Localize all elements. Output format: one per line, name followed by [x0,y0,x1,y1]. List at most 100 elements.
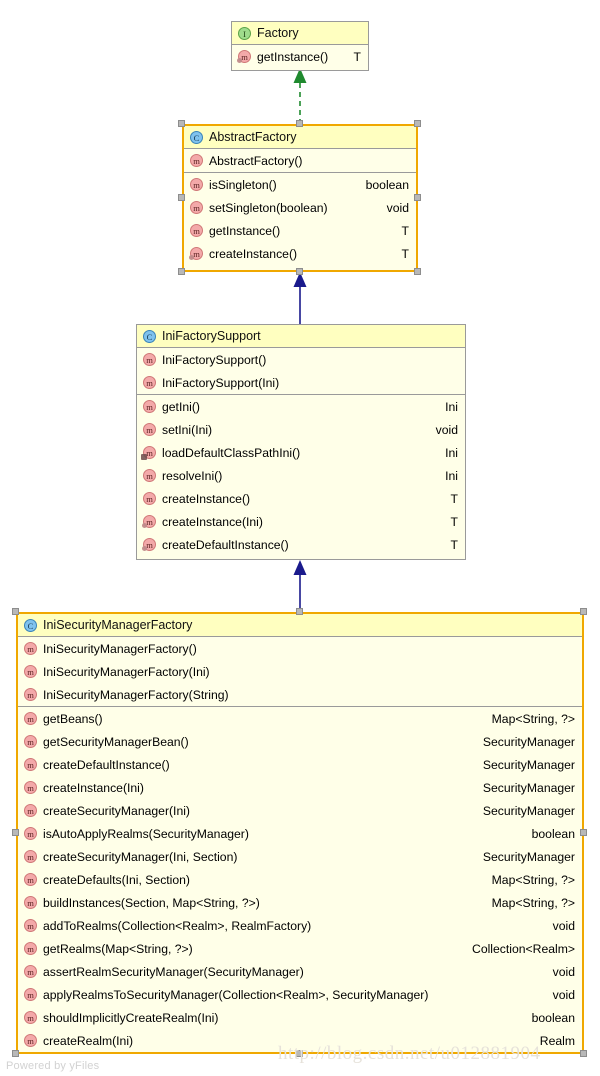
method-icon: m [24,873,37,886]
method-icon: m [24,850,37,863]
member-name: applyRealmsToSecurityManager(Collection<… [43,987,429,1002]
class-name-ini-factory-support: IniFactorySupport [162,329,261,343]
member-row[interactable]: m createSecurityManager(Ini) SecurityMan… [18,799,582,822]
class-methods-abstract-factory: m isSingleton() boolean m setSingleton(b… [184,172,416,265]
edge-inisecuritymanagerfactory-to-inifactorysupport [290,560,310,612]
member-type: SecurityManager [482,849,575,864]
class-box-ini-factory-support[interactable]: C IniFactorySupport m IniFactorySupport(… [136,324,466,560]
member-row[interactable]: m addToRealms(Collection<Realm>, RealmFa… [18,914,582,937]
selection-handle[interactable] [296,268,303,275]
member-type: void [552,987,575,1002]
yfiles-watermark: Powered by yFiles [6,1060,100,1072]
method-icon: m [189,247,203,260]
member-name: addToRealms(Collection<Realm>, RealmFact… [43,918,312,933]
member-row[interactable]: m createInstance(Ini) T [137,510,465,533]
member-row[interactable]: m isSingleton() boolean [184,173,416,196]
class-box-factory[interactable]: I Factory m getInstance() T [231,21,369,71]
selection-handle[interactable] [580,829,587,836]
selection-handle[interactable] [580,608,587,615]
class-box-abstract-factory[interactable]: C AbstractFactory m AbstractFactory() m … [182,124,418,272]
member-name: createDefaults(Ini, Section) [43,872,190,887]
member-row[interactable]: m loadDefaultClassPathIni() Ini [137,441,465,464]
method-icon: m [24,781,37,794]
selection-handle[interactable] [12,608,19,615]
member-row[interactable]: m createDefaultInstance() SecurityManage… [18,753,582,776]
selection-handle[interactable] [12,829,19,836]
method-icon: m [190,201,203,214]
member-name: assertRealmSecurityManager(SecurityManag… [43,964,304,979]
class-header-factory: I Factory [232,22,368,44]
member-row[interactable]: m createInstance() T [184,242,416,265]
selection-handle[interactable] [580,1050,587,1057]
member-row[interactable]: m IniFactorySupport(Ini) [137,371,465,394]
member-type: Collection<Realm> [472,941,575,956]
member-row[interactable]: m IniSecurityManagerFactory(String) [18,683,582,706]
member-row[interactable]: m AbstractFactory() [184,149,416,172]
member-type: SecurityManager [482,803,575,818]
selection-handle[interactable] [414,194,421,201]
selection-handle[interactable] [178,120,185,127]
member-row[interactable]: m createSecurityManager(Ini, Section) Se… [18,845,582,868]
member-row[interactable]: m applyRealmsToSecurityManager(Collectio… [18,983,582,1006]
member-row[interactable]: m setSingleton(boolean) void [184,196,416,219]
selection-handle[interactable] [414,120,421,127]
selection-handle[interactable] [414,268,421,275]
member-type: void [386,200,409,215]
member-row[interactable]: m createInstance(Ini) SecurityManager [18,776,582,799]
member-name: loadDefaultClassPathIni() [162,445,301,460]
method-icon: m [143,492,156,505]
member-row[interactable]: m resolveIni() Ini [137,464,465,487]
member-row[interactable]: m createInstance() T [137,487,465,510]
interface-icon: I [238,26,251,40]
member-row[interactable]: m getInstance() T [184,219,416,242]
member-type: void [552,964,575,979]
member-row[interactable]: m createDefaults(Ini, Section) Map<Strin… [18,868,582,891]
member-row[interactable]: m getInstance() T [232,45,368,68]
method-icon: m [24,965,37,978]
method-icon: m [24,758,37,771]
member-row[interactable]: m IniSecurityManagerFactory(Ini) [18,660,582,683]
member-type: void [552,918,575,933]
method-icon: m [190,154,203,167]
member-row[interactable]: m setIni(Ini) void [137,418,465,441]
member-name: createInstance(Ini) [43,780,144,795]
class-header-ini-factory-support: C IniFactorySupport [137,325,465,347]
selection-handle[interactable] [12,1050,19,1057]
method-icon: m [24,735,37,748]
member-row[interactable]: m isAutoApplyRealms(SecurityManager) boo… [18,822,582,845]
method-icon: m [24,665,37,678]
member-type: T [450,537,458,552]
member-name: createDefaultInstance() [162,537,289,552]
method-icon: m [190,224,203,237]
method-icon: m [143,469,156,482]
class-box-ini-security-manager-factory[interactable]: C IniSecurityManagerFactory m IniSecurit… [16,612,584,1054]
method-icon: m [24,1034,37,1047]
member-type: boolean [531,1010,575,1025]
member-type: Map<String, ?> [491,895,575,910]
edge-abstractfactory-to-factory [290,68,310,124]
member-type: void [435,422,458,437]
edge-inifactorysupport-to-abstractfactory [290,272,310,324]
member-row[interactable]: m getSecurityManagerBean() SecurityManag… [18,730,582,753]
member-row[interactable]: m assertRealmSecurityManager(SecurityMan… [18,960,582,983]
member-row[interactable]: m IniSecurityManagerFactory() [18,637,582,660]
method-icon: m [24,827,37,840]
selection-handle[interactable] [296,608,303,615]
class-icon: C [190,130,203,144]
member-row[interactable]: m getIni() Ini [137,395,465,418]
selection-handle[interactable] [178,194,185,201]
selection-handle[interactable] [178,268,185,275]
member-row[interactable]: m IniFactorySupport() [137,348,465,371]
member-row[interactable]: m buildInstances(Section, Map<String, ?>… [18,891,582,914]
member-name: getBeans() [43,711,103,726]
method-icon: m [142,538,156,551]
member-row[interactable]: m getBeans() Map<String, ?> [18,707,582,730]
member-name: createSecurityManager(Ini) [43,803,190,818]
diagram-canvas: I Factory m getInstance() T C AbstractFa… [0,0,600,1076]
selection-handle[interactable] [296,120,303,127]
member-type: Ini [445,468,458,483]
member-row[interactable]: m shouldImplicitlyCreateRealm(Ini) boole… [18,1006,582,1029]
member-name: setIni(Ini) [162,422,213,437]
member-row[interactable]: m getRealms(Map<String, ?>) Collection<R… [18,937,582,960]
member-row[interactable]: m createDefaultInstance() T [137,533,465,556]
